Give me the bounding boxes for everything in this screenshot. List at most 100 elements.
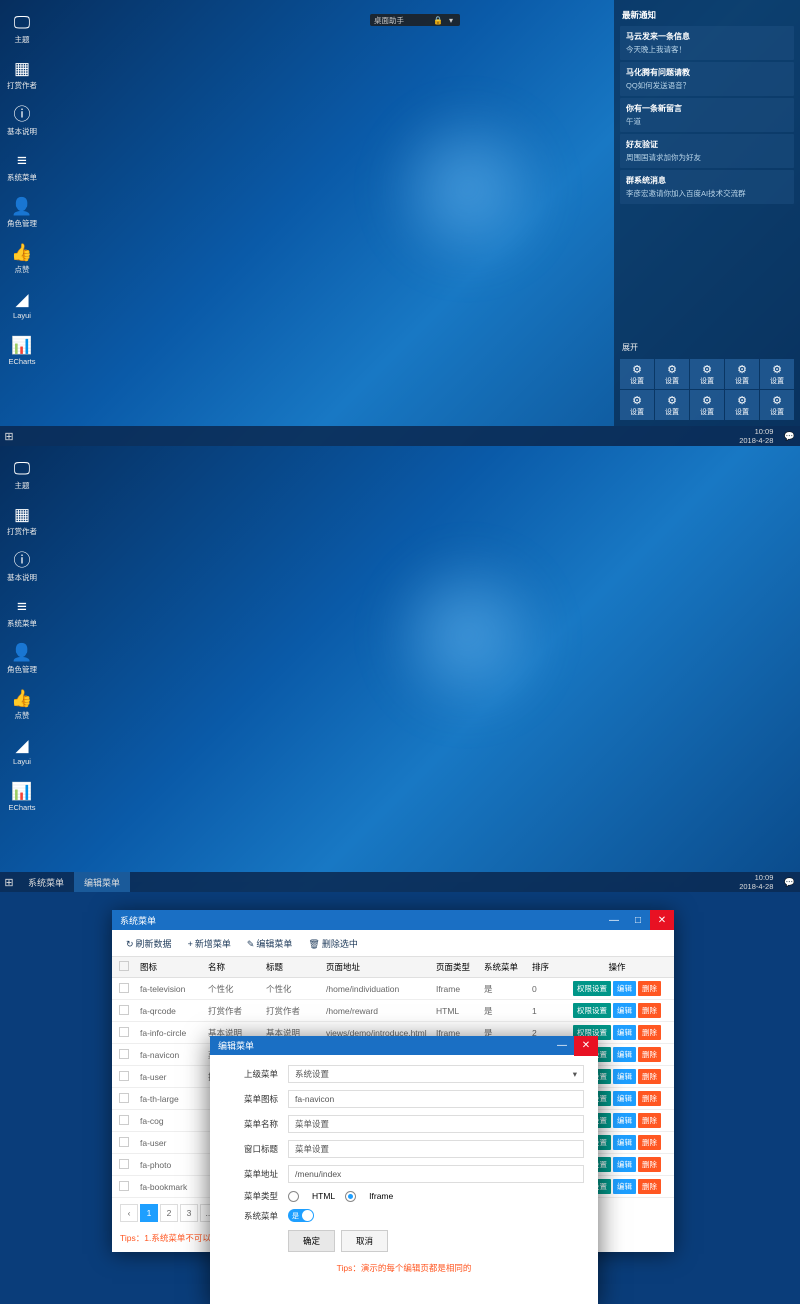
- quick-setting[interactable]: ⚙设置: [620, 390, 654, 420]
- sidebar-item-5[interactable]: 👍 点赞: [0, 236, 44, 282]
- expand-button[interactable]: 展开: [620, 339, 794, 356]
- sidebar-item-6[interactable]: ◢ Layui: [0, 282, 44, 328]
- edit-button[interactable]: 编辑: [613, 1113, 636, 1128]
- sidebar-item-5[interactable]: 👍 点赞: [0, 682, 44, 728]
- chat-icon[interactable]: 💬: [779, 877, 800, 888]
- sidebar-item-2[interactable]: ⓘ 基本说明: [0, 544, 44, 590]
- edit-button[interactable]: 编辑: [613, 1091, 636, 1106]
- ok-button[interactable]: 确定: [288, 1230, 335, 1252]
- quick-setting[interactable]: ⚙设置: [655, 359, 689, 389]
- sidebar-item-3[interactable]: ≡ 系统菜单: [0, 590, 44, 636]
- row-checkbox[interactable]: [119, 1115, 129, 1125]
- start-button[interactable]: ⊞: [0, 873, 18, 891]
- perm-button[interactable]: 权限设置: [573, 981, 611, 996]
- name-input[interactable]: 菜单设置: [288, 1115, 584, 1133]
- delete-button[interactable]: 删除: [638, 1069, 661, 1084]
- maximize-button[interactable]: □: [626, 910, 650, 930]
- edit-button[interactable]: 编辑: [613, 981, 636, 996]
- radio-iframe[interactable]: [345, 1191, 356, 1202]
- notif-item[interactable]: 好友验证 周围国请求加你为好友: [620, 134, 794, 168]
- sidebar-item-0[interactable]: 🖵 主题: [0, 452, 44, 498]
- tool-button[interactable]: ✎编辑菜单: [241, 934, 299, 953]
- quick-setting[interactable]: ⚙设置: [690, 390, 724, 420]
- page-button[interactable]: 1: [140, 1204, 158, 1222]
- lock-icon[interactable]: 🔒: [433, 15, 443, 25]
- page-button[interactable]: 2: [160, 1204, 178, 1222]
- edit-button[interactable]: 编辑: [613, 1157, 636, 1172]
- parent-select[interactable]: 系统设置▾: [288, 1065, 584, 1083]
- sys-switch[interactable]: 是: [288, 1209, 314, 1222]
- minimize-button[interactable]: —: [602, 910, 626, 930]
- window-titlebar[interactable]: 系统菜单 — □ ✕: [112, 910, 674, 930]
- sidebar-item-7[interactable]: 📊 ECharts: [0, 328, 44, 374]
- notification-panel: 最新通知 马云发来一条信息 今天晚上我请客！ 马化腾有问题请教 QQ如何发送语音…: [614, 0, 800, 426]
- edit-button[interactable]: 编辑: [613, 1069, 636, 1084]
- modal-titlebar[interactable]: 编辑菜单 — ✕: [210, 1036, 598, 1055]
- sidebar-item-2[interactable]: ⓘ 基本说明: [0, 98, 44, 144]
- close-button[interactable]: ✕: [650, 910, 674, 930]
- row-checkbox[interactable]: [119, 1027, 129, 1037]
- modal-minimize[interactable]: —: [550, 1036, 574, 1056]
- sidebar-item-4[interactable]: 👤 角色管理: [0, 636, 44, 682]
- tool-button[interactable]: +新增菜单: [182, 934, 237, 953]
- edit-button[interactable]: 编辑: [613, 1179, 636, 1194]
- sidebar-item-0[interactable]: 🖵 主题: [0, 6, 44, 52]
- delete-button[interactable]: 删除: [638, 1003, 661, 1018]
- row-checkbox[interactable]: [119, 1159, 129, 1169]
- radio-html[interactable]: [288, 1191, 299, 1202]
- modal-close[interactable]: ✕: [574, 1036, 598, 1056]
- sidebar-item-6[interactable]: ◢ Layui: [0, 728, 44, 774]
- edit-button[interactable]: 编辑: [613, 1047, 636, 1062]
- sidebar-item-1[interactable]: ▦ 打赏作者: [0, 52, 44, 98]
- quick-setting[interactable]: ⚙设置: [725, 390, 759, 420]
- quick-setting[interactable]: ⚙设置: [760, 359, 794, 389]
- sidebar-item-1[interactable]: ▦ 打赏作者: [0, 498, 44, 544]
- delete-button[interactable]: 删除: [638, 1025, 661, 1040]
- delete-button[interactable]: 删除: [638, 1135, 661, 1150]
- url-input[interactable]: /menu/index: [288, 1165, 584, 1183]
- row-checkbox[interactable]: [119, 1071, 129, 1081]
- edit-button[interactable]: 编辑: [613, 1003, 636, 1018]
- row-checkbox[interactable]: [119, 1093, 129, 1103]
- delete-button[interactable]: 删除: [638, 1113, 661, 1128]
- edit-button[interactable]: 编辑: [613, 1025, 636, 1040]
- row-checkbox[interactable]: [119, 983, 129, 993]
- chat-icon[interactable]: 💬: [779, 431, 800, 442]
- wtitle-input[interactable]: 菜单设置: [288, 1140, 584, 1158]
- notif-item[interactable]: 马云发来一条信息 今天晚上我请客！: [620, 26, 794, 60]
- taskbar-tab[interactable]: 编辑菜单: [74, 872, 130, 892]
- row-checkbox[interactable]: [119, 1181, 129, 1191]
- start-button[interactable]: ⊞: [0, 427, 18, 445]
- perm-button[interactable]: 权限设置: [573, 1003, 611, 1018]
- chevron-down-icon[interactable]: ▾: [446, 15, 456, 25]
- edit-button[interactable]: 编辑: [613, 1135, 636, 1150]
- tool-button[interactable]: ↻刷新数据: [120, 934, 178, 953]
- page-button[interactable]: 3: [180, 1204, 198, 1222]
- delete-button[interactable]: 删除: [638, 1157, 661, 1172]
- quick-setting[interactable]: ⚙设置: [655, 390, 689, 420]
- page-button[interactable]: ‹: [120, 1204, 138, 1222]
- delete-button[interactable]: 删除: [638, 1047, 661, 1062]
- desktop-widget[interactable]: 桌面助手 🔒 ▾: [370, 14, 460, 26]
- select-all-checkbox[interactable]: [119, 961, 129, 971]
- delete-button[interactable]: 删除: [638, 1091, 661, 1106]
- notif-item[interactable]: 马化腾有问题请教 QQ如何发送语音？: [620, 62, 794, 96]
- notif-item[interactable]: 群系统消息 李彦宏邀请你加入百度AI技术交流群: [620, 170, 794, 204]
- cancel-button[interactable]: 取消: [341, 1230, 388, 1252]
- icon-input[interactable]: fa-navicon: [288, 1090, 584, 1108]
- sidebar-item-7[interactable]: 📊 ECharts: [0, 774, 44, 820]
- notif-item[interactable]: 你有一条新留言 午道: [620, 98, 794, 132]
- quick-setting[interactable]: ⚙设置: [690, 359, 724, 389]
- tool-button[interactable]: 🗑删除选中: [302, 934, 363, 953]
- row-checkbox[interactable]: [119, 1137, 129, 1147]
- row-checkbox[interactable]: [119, 1049, 129, 1059]
- quick-setting[interactable]: ⚙设置: [760, 390, 794, 420]
- delete-button[interactable]: 删除: [638, 981, 661, 996]
- sidebar-item-4[interactable]: 👤 角色管理: [0, 190, 44, 236]
- quick-setting[interactable]: ⚙设置: [620, 359, 654, 389]
- row-checkbox[interactable]: [119, 1005, 129, 1015]
- taskbar-tab[interactable]: 系统菜单: [18, 872, 74, 892]
- quick-setting[interactable]: ⚙设置: [725, 359, 759, 389]
- delete-button[interactable]: 删除: [638, 1179, 661, 1194]
- sidebar-item-3[interactable]: ≡ 系统菜单: [0, 144, 44, 190]
